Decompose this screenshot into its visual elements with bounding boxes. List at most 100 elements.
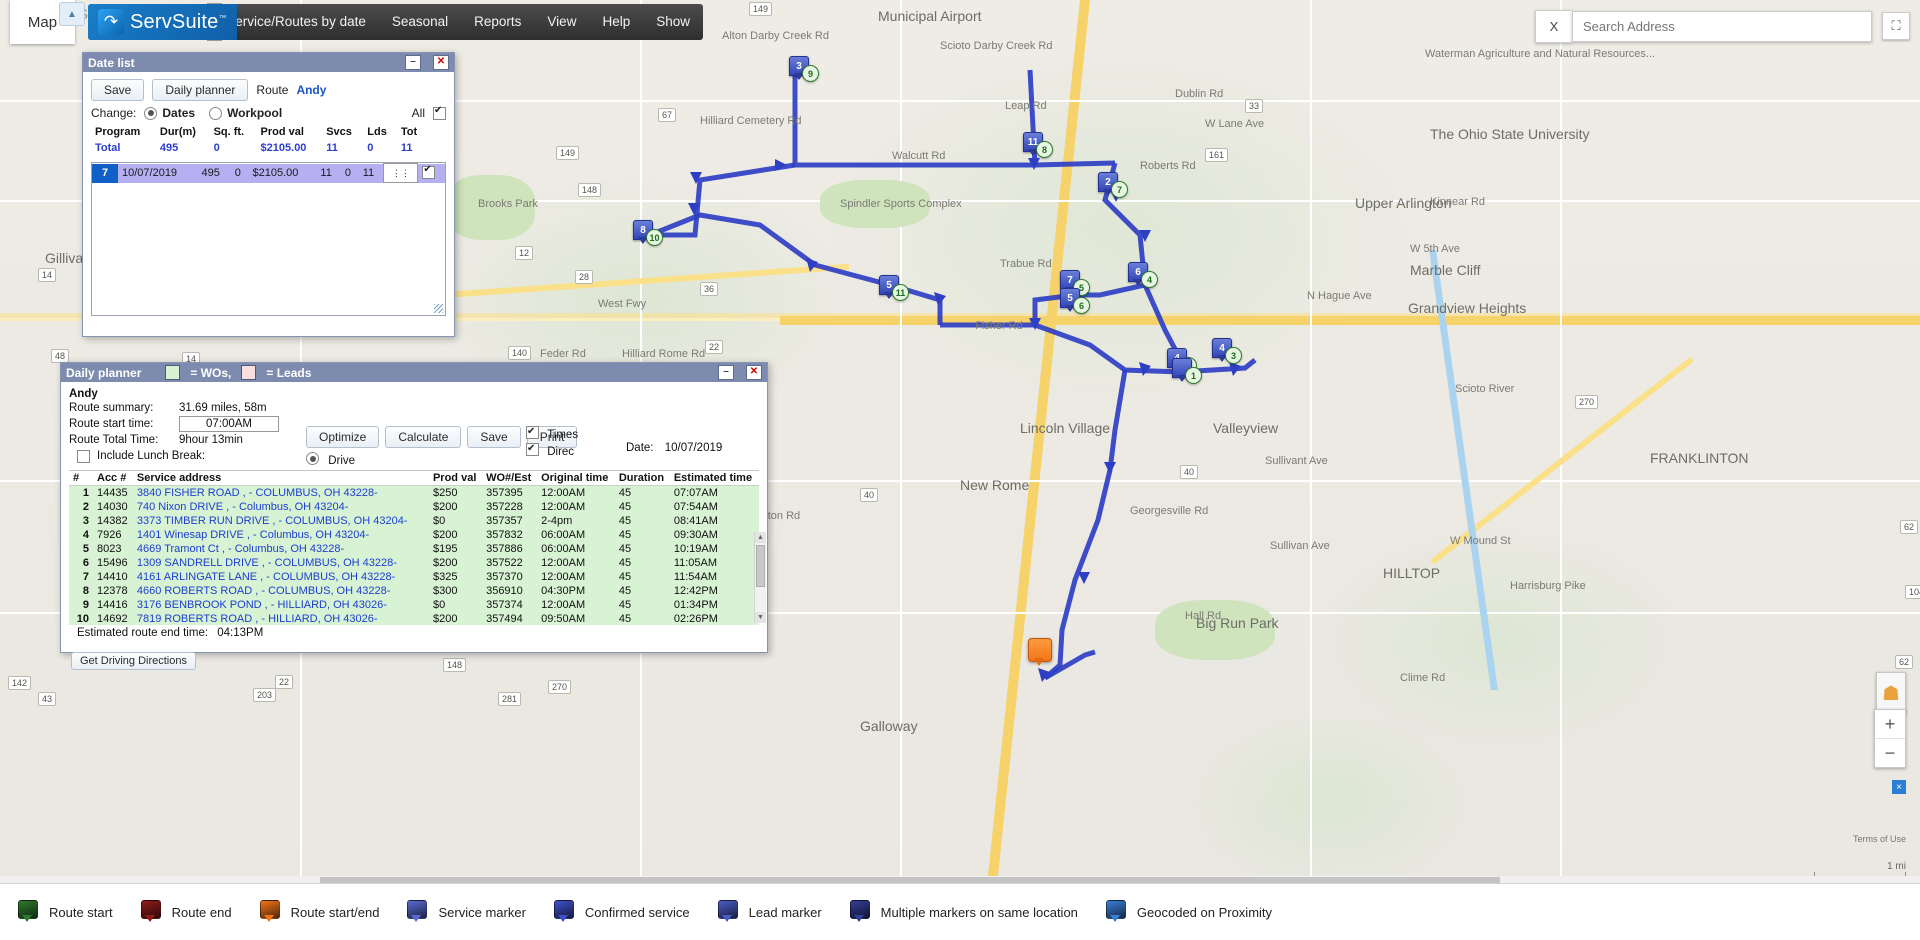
close-icon[interactable]: ✕	[746, 365, 762, 380]
row-checkbox[interactable]	[418, 164, 445, 183]
marker-sequence-badge[interactable]: 8	[1036, 141, 1053, 158]
total-program: Total	[95, 142, 121, 154]
route-name[interactable]: Andy	[296, 83, 326, 97]
marker-sequence-badge[interactable]: 10	[646, 229, 663, 246]
map-label-4: The Ohio State University	[1430, 126, 1590, 142]
row-menu-button[interactable]: ⋮⋮	[383, 163, 419, 183]
all-checkbox[interactable]	[433, 105, 446, 120]
map-label-30: N Hague Ave	[1307, 290, 1372, 302]
scroll-down-arrow[interactable]: ▼	[755, 612, 766, 623]
marker-sequence-badge[interactable]: 9	[802, 65, 819, 82]
marker-sequence-badge[interactable]: 4	[1141, 271, 1158, 288]
legend-item-3: Service marker	[407, 900, 526, 924]
fullscreen-icon[interactable]: ⛶	[1882, 12, 1910, 40]
route-stop-row[interactable]: 7 14410 4161 ARLINGATE LANE , - COLUMBUS, …	[69, 570, 759, 584]
route-stop-row[interactable]: 8 12378 4660 ROBERTS ROAD , - COLUMBUS, OH…	[69, 584, 759, 598]
drive-mode-option[interactable]: Drive	[306, 452, 355, 467]
stop-address[interactable]: 740 Nixon DRIVE , - Columbus, OH 43204-	[133, 500, 429, 514]
resize-grip-icon[interactable]	[434, 304, 443, 313]
minimize-icon[interactable]: –	[718, 365, 734, 380]
map-label-28: W Mound St	[1450, 535, 1511, 547]
nav-item-help[interactable]: Help	[589, 4, 643, 40]
date-list-titlebar: Date list – ✕	[83, 53, 454, 72]
directions-checkbox[interactable]	[526, 441, 539, 457]
route-start-end-marker[interactable]	[1028, 638, 1054, 666]
search-input[interactable]	[1572, 11, 1872, 42]
marker-sequence-badge[interactable]: 7	[1111, 181, 1128, 198]
stop-duration: 45	[618, 501, 632, 513]
map-terms-link[interactable]: Terms of Use	[1853, 834, 1906, 844]
total-lds: 0	[367, 142, 374, 154]
stop-address[interactable]: 3840 FISHER ROAD , - COLUMBUS, OH 43228-	[133, 486, 429, 501]
route-stop-row[interactable]: 1 14435 3840 FISHER ROAD , - COLUMBUS, OH …	[69, 485, 759, 501]
optimize-button[interactable]: Optimize	[306, 426, 380, 448]
route-stop-row[interactable]: 6 15496 1309 SANDRELL DRIVE , - COLUMBUS, …	[69, 556, 759, 570]
route-shield-20: 142	[8, 676, 32, 690]
radio-workpool[interactable]	[209, 106, 223, 120]
stop-account: 8023	[97, 543, 122, 555]
route-stop-row[interactable]: 4 7926 1401 Winesap DRIVE , - Columbus, OH…	[69, 528, 759, 542]
include-lunch-break-checkbox[interactable]	[77, 449, 90, 463]
get-driving-directions-button[interactable]: Get Driving Directions	[71, 652, 196, 670]
stop-address[interactable]: 1401 Winesap DRIVE , - Columbus, OH 4320…	[133, 528, 429, 542]
daily-planner-button[interactable]: Daily planner	[152, 79, 249, 101]
column-header-3: Prod val	[428, 471, 483, 486]
stop-account: 14416	[97, 599, 128, 611]
map-close-button[interactable]: ×	[1892, 780, 1906, 794]
route-stop-row[interactable]: 5 8023 4669 Tramont Ct , - Columbus, OH 43…	[69, 542, 759, 556]
stop-address[interactable]: 4660 ROBERTS ROAD , - COLUMBUS, OH 43228…	[133, 584, 429, 598]
route-stops-table-container[interactable]: # Acc # Service address Prod val WO#/Est Orig…	[69, 470, 759, 625]
stop-address[interactable]: 4669 Tramont Ct , - Columbus, OH 43228-	[133, 542, 429, 556]
nav-item-show[interactable]: Show	[643, 4, 703, 40]
trademark-mark: ™	[218, 12, 227, 22]
drive-radio[interactable]	[306, 452, 319, 465]
marker-sequence-badge[interactable]: 6	[1073, 297, 1090, 314]
stop-prod-val: $200	[432, 501, 458, 513]
street-view-pegman-icon[interactable]: ☗	[1876, 672, 1906, 714]
close-icon[interactable]: ✕	[433, 55, 449, 70]
end-time-value: 04:13PM	[217, 627, 264, 639]
map-label-22: Feder Rd	[540, 348, 586, 360]
zoom-out-button[interactable]: −	[1875, 738, 1905, 767]
column-header-3: Prod val	[260, 126, 304, 138]
route-stop-row[interactable]: 10 14692 7819 ROBERTS ROAD , - HILLIARD, O…	[69, 612, 759, 625]
route-start-end-pin-icon	[1028, 638, 1052, 662]
times-checkbox[interactable]	[526, 424, 539, 440]
marker-sequence-badge[interactable]: 3	[1225, 347, 1242, 364]
legend-label: Route start/end	[290, 904, 380, 920]
collapse-up-icon[interactable]: ▲	[59, 2, 85, 26]
marker-sequence-badge[interactable]: 1	[1185, 367, 1202, 384]
stop-address[interactable]: 3373 TIMBER RUN DRIVE , - COLUMBUS, OH 4…	[133, 514, 429, 528]
stop-estimated-time: 10:19AM	[673, 543, 718, 555]
route-shield-21: 43	[38, 692, 57, 706]
route-stop-row[interactable]: 3 14382 3373 TIMBER RUN DRIVE , - COLUMBUS…	[69, 514, 759, 528]
planner-save-button[interactable]: Save	[467, 426, 521, 448]
save-button[interactable]: Save	[91, 79, 145, 101]
scroll-up-arrow[interactable]: ▲	[755, 532, 766, 543]
stop-address[interactable]: 7819 ROBERTS ROAD , - HILLIARD, OH 43026…	[133, 612, 429, 625]
route-start-time-input[interactable]	[179, 416, 279, 432]
scrollbar-thumb[interactable]	[756, 545, 765, 587]
zoom-in-button[interactable]: +	[1875, 710, 1905, 738]
route-stop-row[interactable]: 9 14416 3176 BENBROOK POND , - HILLIARD, O…	[69, 598, 759, 612]
minimize-icon[interactable]: –	[405, 55, 421, 70]
nav-item-reports[interactable]: Reports	[461, 4, 534, 40]
planner-scrollbar[interactable]: ▲ ▼	[754, 532, 766, 623]
table-row[interactable]: 7 10/07/2019 495 0 $2105.00 11 0 11 ⋮⋮	[92, 163, 445, 183]
nav-item-view[interactable]: View	[534, 4, 589, 40]
marker-sequence-badge[interactable]: 11	[892, 284, 909, 301]
calculate-button[interactable]: Calculate	[385, 426, 462, 448]
route-stop-row[interactable]: 2 14030 740 Nixon DRIVE , - Columbus, OH 4…	[69, 500, 759, 514]
stop-address[interactable]: 3176 BENBROOK POND , - HILLIARD, OH 4302…	[133, 598, 429, 612]
search-clear-button[interactable]: X	[1535, 10, 1572, 43]
radio-dates[interactable]	[144, 106, 158, 120]
date-list-rows-container[interactable]: 7 10/07/2019 495 0 $2105.00 11 0 11 ⋮⋮	[91, 162, 446, 316]
route-total-time-label: Route Total Time:	[69, 434, 159, 446]
stop-address[interactable]: 4161 ARLINGATE LANE , - COLUMBUS, OH 432…	[133, 570, 429, 584]
stop-wo-number: 357494	[486, 613, 523, 625]
planner-date-value: 10/07/2019	[664, 442, 723, 454]
leads-legend-label: = Leads	[266, 365, 312, 380]
map-zoom-control[interactable]: + −	[1874, 709, 1906, 768]
nav-item-seasonal[interactable]: Seasonal	[379, 4, 461, 40]
stop-address[interactable]: 1309 SANDRELL DRIVE , - COLUMBUS, OH 432…	[133, 556, 429, 570]
